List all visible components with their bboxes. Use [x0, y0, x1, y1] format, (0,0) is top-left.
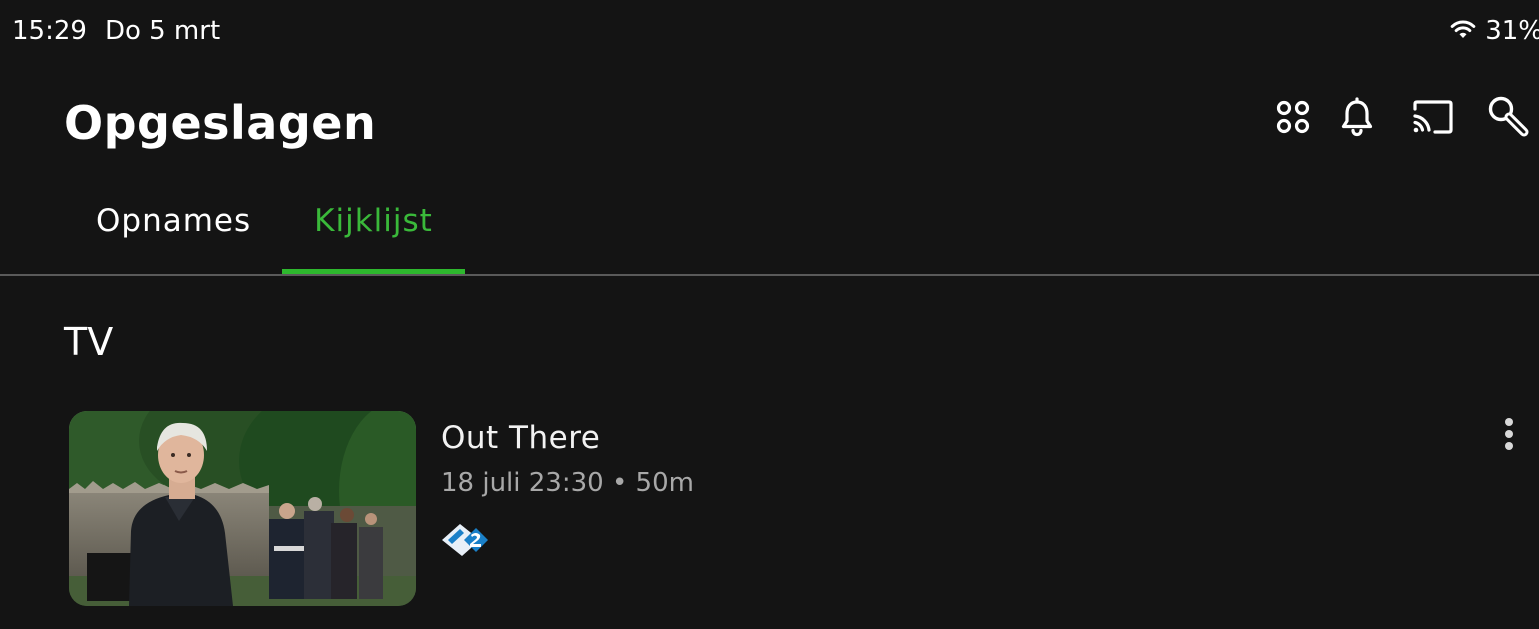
status-clock: 15:29 Do 5 mrt [12, 14, 220, 48]
program-schedule: 18 juli 23:30 • 50m [441, 468, 694, 498]
apps-grid-button[interactable] [1270, 96, 1316, 142]
cast-icon [1411, 99, 1455, 139]
more-vertical-icon [1504, 417, 1514, 455]
tabs-divider [0, 274, 1539, 276]
header-actions [1270, 96, 1532, 142]
tab-bar: Opnames Kijklijst [0, 190, 1539, 276]
wifi-icon [1449, 18, 1477, 44]
battery-level: 31% [1485, 16, 1539, 46]
tab-label: Opnames [96, 203, 252, 239]
program-thumbnail[interactable] [69, 411, 416, 606]
search-icon [1486, 94, 1532, 144]
program-title[interactable]: Out There [441, 418, 600, 458]
tab-label: Kijklijst [314, 203, 433, 239]
page-title: Opgeslagen [64, 96, 377, 150]
notifications-button[interactable] [1334, 96, 1380, 142]
bell-icon [1339, 97, 1375, 141]
apps-grid-icon [1275, 99, 1311, 139]
app-screen: 15:29 Do 5 mrt 31% Opgeslagen Opnames Ki… [0, 0, 1539, 629]
status-date: Do 5 mrt [104, 16, 221, 46]
section-title: TV [64, 320, 114, 364]
npo2-logo-icon [440, 520, 490, 560]
tab-opnames[interactable]: Opnames [96, 190, 251, 276]
cast-button[interactable] [1410, 96, 1456, 142]
status-time: 15:29 [12, 16, 87, 46]
status-indicators: 31% [1449, 14, 1539, 48]
tab-kijklijst[interactable]: Kijklijst [282, 190, 465, 276]
search-button[interactable] [1486, 96, 1532, 142]
more-options-button[interactable] [1494, 416, 1524, 456]
